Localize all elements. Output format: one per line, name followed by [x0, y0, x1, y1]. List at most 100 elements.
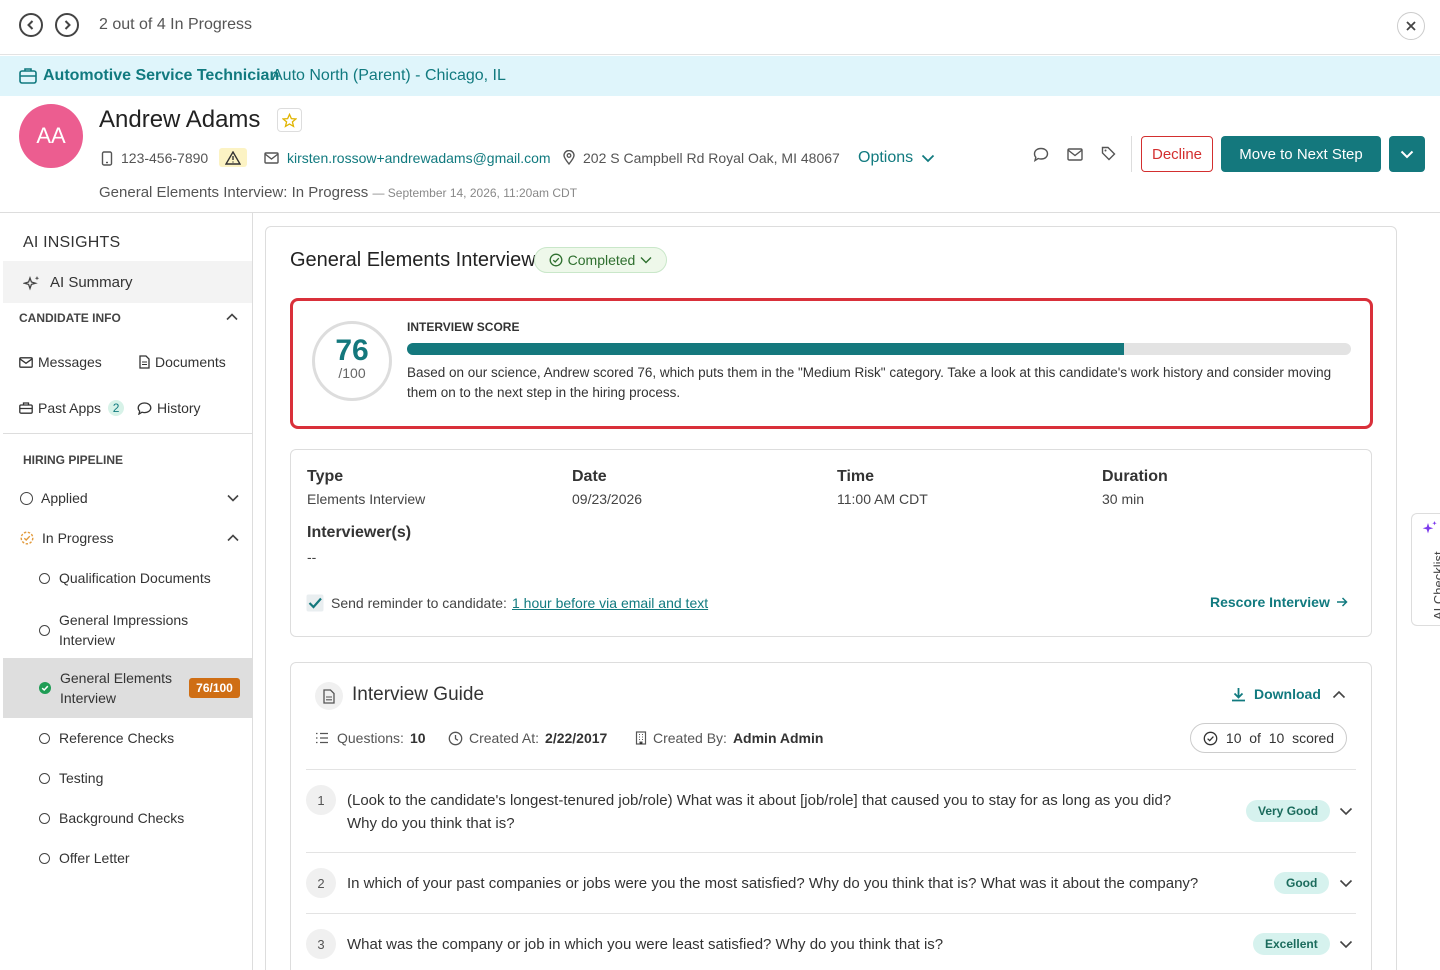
chevron-down-icon [1400, 150, 1414, 158]
pipeline-step-offer-letter[interactable]: Offer Letter [39, 850, 130, 866]
pipeline-step-general-impressions-interview[interactable]: General Impressions Interview [39, 610, 199, 650]
next-candidate-button[interactable] [55, 13, 79, 37]
date-label: Date [572, 468, 607, 485]
step-label: Qualification Documents [59, 570, 211, 586]
created-by-label: Created By: [653, 730, 727, 746]
mail-icon[interactable] [1067, 148, 1083, 161]
ai-summary-item[interactable]: AI Summary [23, 274, 133, 291]
question-text: In which of your past companies or jobs … [347, 875, 1199, 892]
address: 202 S Campbell Rd Royal Oak, MI 48067 [583, 150, 840, 166]
rescore-interview-link[interactable]: Rescore Interview [1210, 594, 1348, 610]
status-dropdown[interactable]: Completed [534, 247, 667, 273]
past-apps-label: Past Apps [38, 400, 102, 416]
messages-link[interactable]: Messages [19, 354, 102, 370]
rating-badge: Excellent [1253, 933, 1330, 955]
rescore-label: Rescore Interview [1210, 594, 1330, 610]
pipeline-step-reference-checks[interactable]: Reference Checks [39, 730, 174, 746]
ai-checklist-label: AI Checklist [1431, 551, 1440, 620]
reminder-checkbox[interactable] [306, 594, 324, 612]
chevron-up-icon[interactable] [227, 534, 239, 542]
pipeline-step-testing[interactable]: Testing [39, 770, 103, 786]
chevron-down-icon[interactable] [1339, 879, 1353, 888]
stage-status-icon [39, 852, 50, 864]
pipeline-step-general-elements-interview[interactable]: General Elements Interview [39, 668, 180, 708]
score-progress-fill [407, 343, 1125, 355]
question-number: 3 [306, 929, 336, 959]
score-value: 76 [335, 334, 369, 367]
options-dropdown[interactable]: Options [858, 149, 935, 167]
history-label: History [157, 400, 201, 416]
past-apps-link[interactable]: Past Apps 2 [19, 400, 125, 416]
past-apps-count-badge: 2 [108, 400, 125, 416]
chevron-up-icon[interactable] [226, 313, 238, 321]
close-button[interactable] [1397, 12, 1425, 40]
step-label: Testing [59, 770, 104, 786]
stage-label: General Elements Interview: In Progress [99, 184, 369, 201]
candidate-name: Andrew Adams [99, 106, 261, 133]
building-icon [635, 731, 647, 745]
comment-icon[interactable] [1033, 147, 1049, 162]
pipeline-step-background-checks[interactable]: Background Checks [39, 810, 184, 826]
reminder-settings-link[interactable]: 1 hour before via email and text [512, 595, 708, 611]
history-link[interactable]: History [137, 400, 201, 416]
check-circle-icon [39, 682, 51, 694]
document-icon [139, 355, 150, 369]
interview-guide-title: Interview Guide [352, 684, 485, 705]
job-banner: Automotive Service Technician Auto North… [0, 56, 1440, 96]
sidebar: AI INSIGHTS AI Summary CANDIDATE INFO Me… [3, 213, 253, 970]
top-nav: 2 out of 4 In Progress [0, 0, 1440, 55]
phone-number: 123-456-7890 [121, 150, 209, 166]
applied-label: Applied [41, 490, 88, 506]
hiring-pipeline-heading: HIRING PIPELINE [23, 453, 124, 467]
time-label: Time [837, 468, 875, 485]
job-title-link[interactable]: Automotive Service Technician [43, 67, 279, 85]
job-company: Auto North (Parent) - Chicago, IL [272, 67, 506, 84]
created-by-value: Admin Admin [732, 730, 824, 746]
sparkle-icon [23, 275, 40, 291]
time-value: 11:00 AM CDT [837, 491, 928, 507]
decline-button[interactable]: Decline [1141, 136, 1213, 172]
stage-status-icon [39, 624, 50, 636]
pipeline-in-progress[interactable]: In Progress [20, 530, 114, 546]
created-at-label: Created At: [469, 730, 540, 746]
duration-value: 30 min [1102, 491, 1145, 507]
score-max: /100 [338, 365, 366, 381]
phone-warning-badge[interactable] [219, 148, 247, 167]
stage-status-icon [39, 772, 50, 784]
star-icon [282, 112, 297, 128]
pipeline-step-qualification-documents[interactable]: Qualification Documents [39, 570, 211, 586]
clock-icon [448, 731, 463, 745]
envelope-icon [19, 356, 33, 368]
header-divider [1131, 136, 1132, 172]
previous-candidate-button[interactable] [19, 13, 43, 37]
tag-icon[interactable] [1101, 146, 1116, 161]
pipeline-applied[interactable]: Applied [20, 490, 88, 506]
sidebar-divider [3, 433, 252, 434]
messages-label: Messages [38, 354, 102, 370]
favorite-button[interactable] [277, 108, 302, 132]
documents-link[interactable]: Documents [139, 354, 226, 370]
options-label: Options [858, 149, 914, 166]
next-step-dropdown-button[interactable] [1389, 136, 1425, 172]
chevron-up-icon[interactable] [1332, 690, 1346, 699]
step-label: Offer Letter [59, 850, 130, 866]
stage-timestamp: — September 14, 2026, 11:20am CDT [372, 186, 578, 200]
created-at: Created At: 2/22/2017 [448, 730, 607, 746]
chevron-down-icon[interactable] [227, 494, 239, 502]
in-progress-icon [20, 531, 34, 545]
move-to-next-step-button[interactable]: Move to Next Step [1221, 136, 1381, 172]
type-value: Elements Interview [307, 491, 426, 507]
step-label: Background Checks [59, 810, 185, 826]
email-link[interactable]: kirsten.rossow+andrewadams@gmail.com [287, 150, 551, 166]
briefcase-icon [19, 402, 33, 414]
chevron-down-icon[interactable] [1339, 807, 1353, 816]
ai-summary-label: AI Summary [50, 274, 133, 291]
download-button[interactable]: Download [1231, 686, 1321, 702]
chevron-down-icon [922, 154, 935, 162]
phone-icon [101, 151, 113, 166]
date-value: 09/23/2026 [572, 491, 643, 507]
chevron-down-icon[interactable] [1339, 940, 1353, 949]
chevron-down-icon [640, 257, 652, 264]
stage-status-icon [39, 812, 50, 824]
questions-value: 10 [409, 730, 426, 746]
